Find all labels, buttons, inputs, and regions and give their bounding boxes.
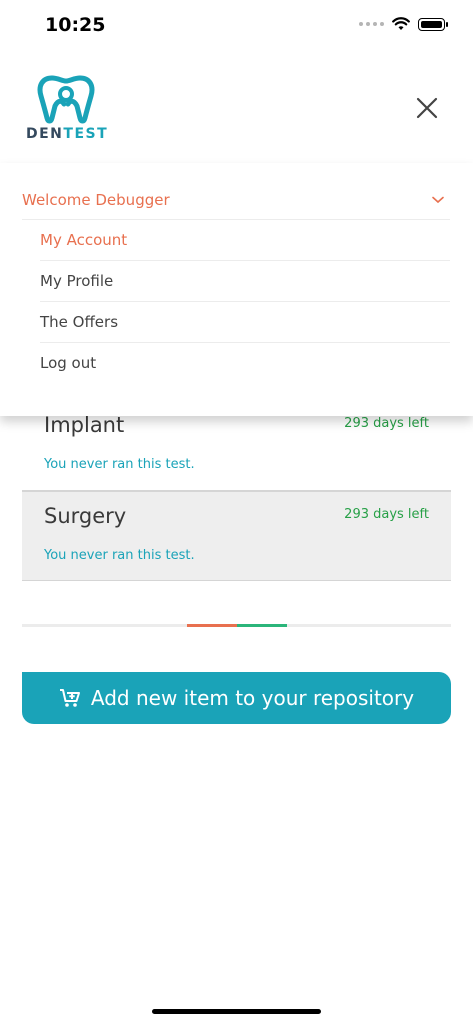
- menu-item-log-out[interactable]: Log out: [40, 343, 450, 383]
- welcome-menu-toggle[interactable]: Welcome Debugger: [22, 181, 450, 220]
- status-time: 10:25: [45, 14, 106, 36]
- menu-item-the-offers[interactable]: The Offers: [40, 302, 450, 343]
- menu-item-label: Log out: [40, 354, 97, 372]
- logo-text-test: TEST: [63, 126, 109, 142]
- menu-item-label: My Profile: [40, 272, 114, 290]
- menu-item-label: The Offers: [40, 313, 119, 331]
- close-icon: [416, 97, 438, 119]
- tooth-logo-icon: [37, 75, 95, 124]
- logo-text: DENTEST: [26, 126, 108, 142]
- add-item-label: Add new item to your repository: [90, 686, 415, 710]
- signal-icon: [359, 22, 384, 26]
- cart-plus-icon: [59, 689, 80, 707]
- home-indicator[interactable]: [152, 1009, 321, 1014]
- days-left-label: 293 days left: [344, 416, 429, 431]
- indicator-segment-orange: [187, 624, 237, 627]
- menu-item-my-account[interactable]: My Account: [40, 220, 450, 261]
- user-menu-panel: Welcome Debugger My Account My Profile T…: [0, 163, 473, 416]
- test-status-note: You never ran this test.: [44, 457, 195, 472]
- wifi-icon: [392, 17, 410, 30]
- test-card-surgery[interactable]: Surgery 293 days left You never ran this…: [22, 491, 451, 581]
- status-icons: [359, 17, 448, 31]
- chevron-down-icon: [432, 196, 444, 204]
- carousel-indicator: [22, 624, 451, 627]
- battery-icon: [418, 17, 448, 31]
- menu-item-label: My Account: [40, 231, 128, 249]
- indicator-segment-green: [237, 624, 287, 627]
- status-bar: 10:25: [0, 0, 473, 54]
- add-item-button[interactable]: Add new item to your repository: [22, 672, 451, 724]
- welcome-label: Welcome Debugger: [22, 191, 170, 209]
- logo-text-den: DEN: [26, 126, 64, 142]
- app-header: DENTEST: [0, 54, 473, 162]
- test-status-note: You never ran this test.: [44, 548, 195, 563]
- close-menu-button[interactable]: [411, 92, 443, 124]
- menu-item-my-profile[interactable]: My Profile: [40, 261, 450, 302]
- days-left-label: 293 days left: [344, 507, 429, 522]
- test-title: Implant: [44, 413, 125, 437]
- test-title: Surgery: [44, 504, 127, 528]
